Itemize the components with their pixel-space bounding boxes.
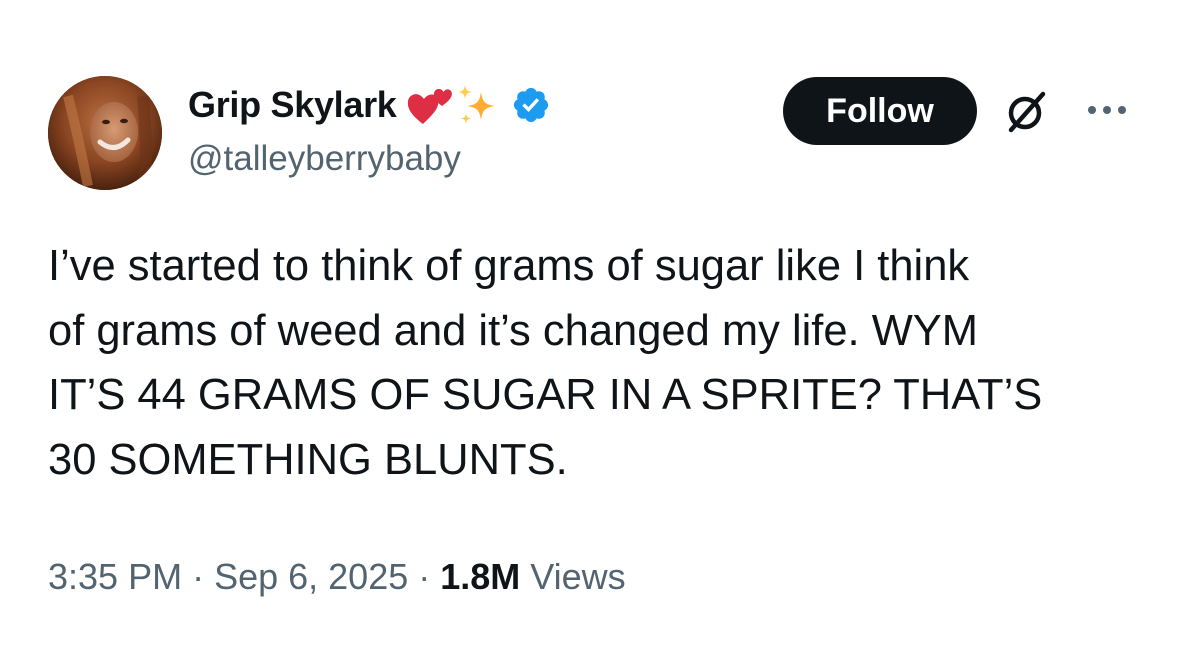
- tweet-time[interactable]: 3:35 PM: [48, 556, 182, 598]
- tweet-card: Grip Skylark @talleyberrybaby Follow I’v…: [0, 0, 1179, 654]
- avatar[interactable]: [48, 76, 162, 190]
- meta-separator: ·: [408, 556, 441, 597]
- tweet-date[interactable]: Sep 6, 2025: [214, 556, 408, 598]
- grok-icon[interactable]: [1002, 88, 1050, 136]
- author-name-row: Grip Skylark: [188, 80, 551, 130]
- verified-badge-icon[interactable]: [511, 85, 551, 125]
- author-handle[interactable]: @talleyberrybaby: [188, 139, 461, 179]
- more-options-icon[interactable]: [1084, 96, 1132, 120]
- two-hearts-icon: [407, 89, 452, 124]
- avatar-photo: [48, 76, 162, 190]
- tweet-text: I’ve started to think of grams of sugar …: [48, 242, 1043, 484]
- views-label: Views: [520, 556, 626, 597]
- author-display-name[interactable]: Grip Skylark: [188, 84, 397, 126]
- author-name-emojis: [407, 82, 551, 128]
- tweet-meta: 3:35 PM · Sep 6, 2025 · 1.8M Views: [48, 556, 626, 598]
- meta-separator: ·: [182, 556, 215, 597]
- views-count[interactable]: 1.8M: [440, 556, 520, 598]
- follow-button[interactable]: Follow: [783, 77, 977, 145]
- sparkles-icon: [457, 85, 495, 124]
